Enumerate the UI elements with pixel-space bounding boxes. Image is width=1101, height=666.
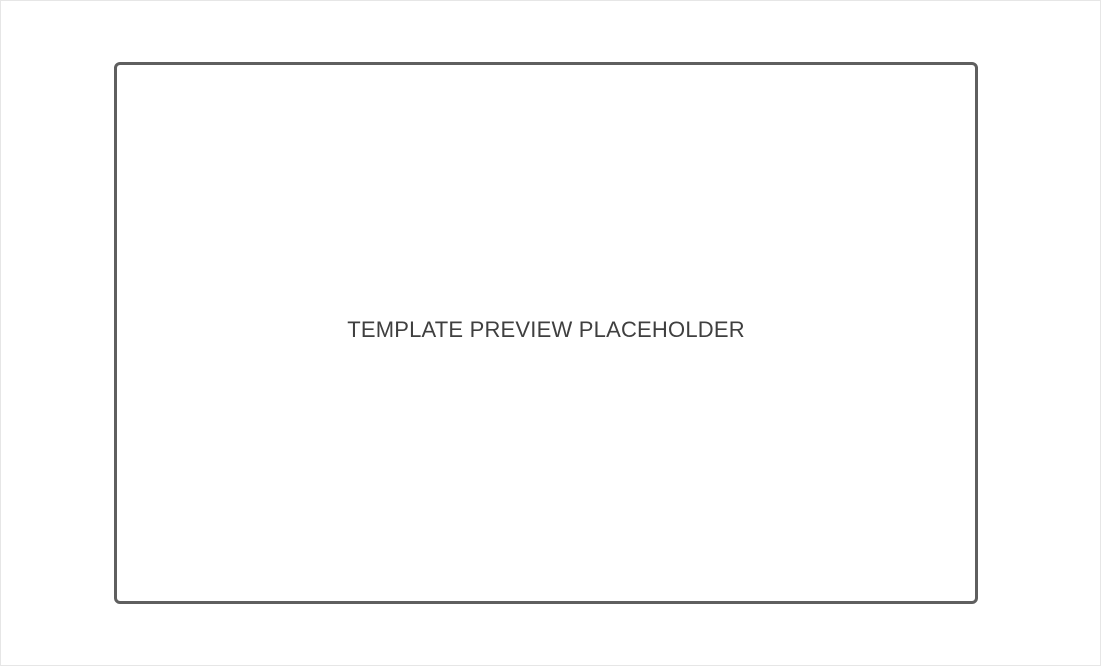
preview-placeholder-label: TEMPLATE PREVIEW PLACEHOLDER (347, 317, 745, 342)
template-preview-box: TEMPLATE PREVIEW PLACEHOLDER (114, 62, 978, 604)
